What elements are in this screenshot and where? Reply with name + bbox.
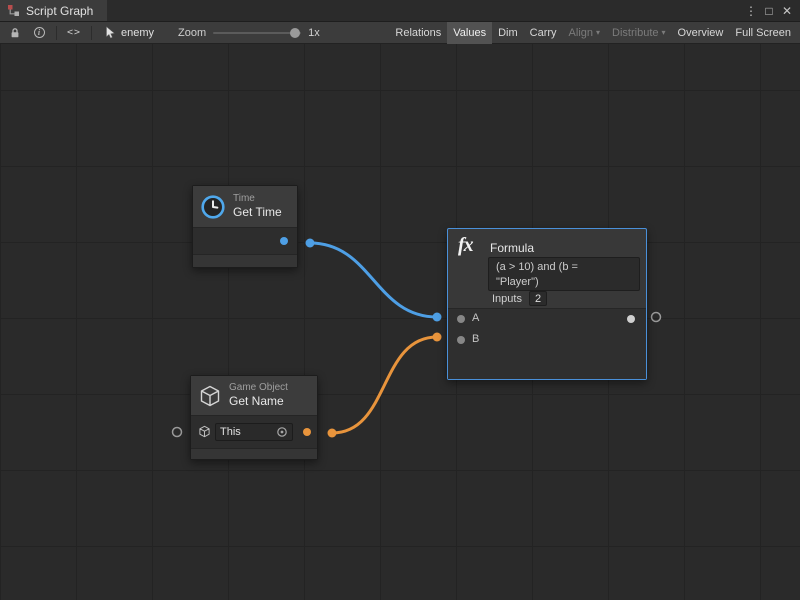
node-title: Get Time <box>233 205 282 220</box>
get-time-output-port[interactable] <box>280 237 288 245</box>
titlebar: Script Graph ⋮ □ ✕ <box>0 0 800 22</box>
wire-get-name-to-formula-b[interactable] <box>332 337 437 433</box>
node-body: This <box>191 416 317 448</box>
node-title: Get Name <box>229 394 288 409</box>
target-object-field[interactable]: This <box>215 423 293 441</box>
lock-icon <box>9 27 21 39</box>
wire-endpoint-formula-input-a[interactable] <box>433 313 442 322</box>
tab-script-graph[interactable]: Script Graph <box>0 0 107 21</box>
info-icon: i <box>34 27 45 38</box>
script-graph-window: Script Graph ⋮ □ ✕ i <> enemy <box>0 0 800 600</box>
node-header: Game Object Get Name <box>191 376 317 416</box>
breadcrumb[interactable]: enemy <box>97 26 162 39</box>
toolbar-separator <box>91 26 92 40</box>
graph-toolbar: i <> enemy Zoom 1x Relations Value <box>0 22 800 44</box>
get-name-output-port[interactable] <box>303 428 311 436</box>
port-label-b: B <box>472 333 479 345</box>
formula-inputs-row: Inputs 2 <box>492 291 547 306</box>
expression-line-1: (a > 10) and (b = <box>496 260 632 275</box>
code-view-button[interactable]: <> <box>62 22 86 44</box>
zoom-value: 1x <box>308 27 320 39</box>
input-port-b[interactable] <box>457 336 465 344</box>
node-titles: Time Get Time <box>233 193 282 221</box>
input-port-a[interactable] <box>457 315 465 323</box>
wire-endpoint-formula-input-b[interactable] <box>433 333 442 342</box>
tab-title: Script Graph <box>26 4 93 18</box>
graph-canvas[interactable]: Time Get Time fx Formula (a > 10) and (b… <box>0 44 800 600</box>
zoom-slider-handle[interactable] <box>290 28 300 38</box>
node-get-time[interactable]: Time Get Time <box>192 185 298 268</box>
get-name-target-port[interactable] <box>173 428 182 437</box>
values-label: Values <box>453 27 486 39</box>
zoom-control: Zoom 1x <box>178 27 320 39</box>
output-port-result[interactable] <box>627 315 635 323</box>
expression-line-2: "Player") <box>496 275 632 290</box>
port-row-a: A <box>448 309 646 329</box>
node-header: Time Get Time <box>193 186 297 228</box>
toolbar-buttons: Relations Values Dim Carry Align ▾ Distr… <box>389 22 797 44</box>
carry-label: Carry <box>530 27 557 39</box>
node-footer <box>193 254 297 267</box>
node-category: Time <box>233 193 282 206</box>
node-category: Game Object <box>229 382 288 395</box>
formula-expression-input[interactable]: (a > 10) and (b = "Player") <box>488 257 640 291</box>
distribute-button[interactable]: Distribute ▾ <box>606 22 671 44</box>
clock-icon <box>200 194 226 220</box>
cube-icon <box>198 384 222 408</box>
object-picker-icon[interactable] <box>276 426 288 438</box>
align-button[interactable]: Align ▾ <box>563 22 606 44</box>
node-footer <box>191 448 317 459</box>
zoom-slider[interactable] <box>213 27 301 39</box>
node-titles: Game Object Get Name <box>229 382 288 410</box>
formula-ports-section: A B <box>448 308 646 379</box>
relations-button[interactable]: Relations <box>389 22 447 44</box>
full-screen-label: Full Screen <box>735 27 791 39</box>
wires-layer <box>0 44 800 600</box>
node-formula[interactable]: fx Formula (a > 10) and (b = "Player") I… <box>447 228 647 380</box>
inputs-count-field[interactable]: 2 <box>529 291 547 306</box>
relations-label: Relations <box>395 27 441 39</box>
breadcrumb-label: enemy <box>121 27 154 39</box>
formula-result-port[interactable] <box>652 313 661 322</box>
chevron-down-icon: ▾ <box>596 29 600 37</box>
cube-icon-small <box>198 425 211 438</box>
target-value: This <box>220 426 272 438</box>
node-title: Formula <box>490 241 534 255</box>
overview-label: Overview <box>678 27 724 39</box>
maximize-icon[interactable]: □ <box>761 0 777 22</box>
inspector-toggle-button[interactable]: i <box>27 22 51 44</box>
script-graph-icon <box>7 4 20 17</box>
window-controls: ⋮ □ ✕ <box>743 0 800 21</box>
zoom-label: Zoom <box>178 27 206 39</box>
formula-fx-icon: fx <box>458 234 473 257</box>
lock-button[interactable] <box>3 22 27 44</box>
wire-get-time-to-formula-a[interactable] <box>310 243 437 317</box>
wire-endpoint-get-time-output[interactable] <box>306 239 315 248</box>
carry-button[interactable]: Carry <box>524 22 563 44</box>
node-get-name[interactable]: Game Object Get Name This <box>190 375 318 460</box>
values-button[interactable]: Values <box>447 22 492 44</box>
port-row-b: B <box>448 330 646 350</box>
inputs-label: Inputs <box>492 293 522 305</box>
port-label-a: A <box>472 312 479 324</box>
close-icon[interactable]: ✕ <box>779 0 795 22</box>
cursor-icon <box>105 26 116 39</box>
toolbar-separator <box>56 26 57 40</box>
align-label: Align <box>569 27 593 39</box>
distribute-label: Distribute <box>612 27 658 39</box>
chevron-down-icon: ▾ <box>662 29 666 37</box>
full-screen-button[interactable]: Full Screen <box>729 22 797 44</box>
dim-label: Dim <box>498 27 518 39</box>
dim-button[interactable]: Dim <box>492 22 524 44</box>
zoom-slider-track[interactable] <box>213 32 301 34</box>
window-menu-icon[interactable]: ⋮ <box>743 0 759 22</box>
code-icon: <> <box>67 27 81 38</box>
node-body <box>193 228 297 254</box>
wire-endpoint-get-name-output[interactable] <box>328 429 337 438</box>
overview-button[interactable]: Overview <box>672 22 730 44</box>
